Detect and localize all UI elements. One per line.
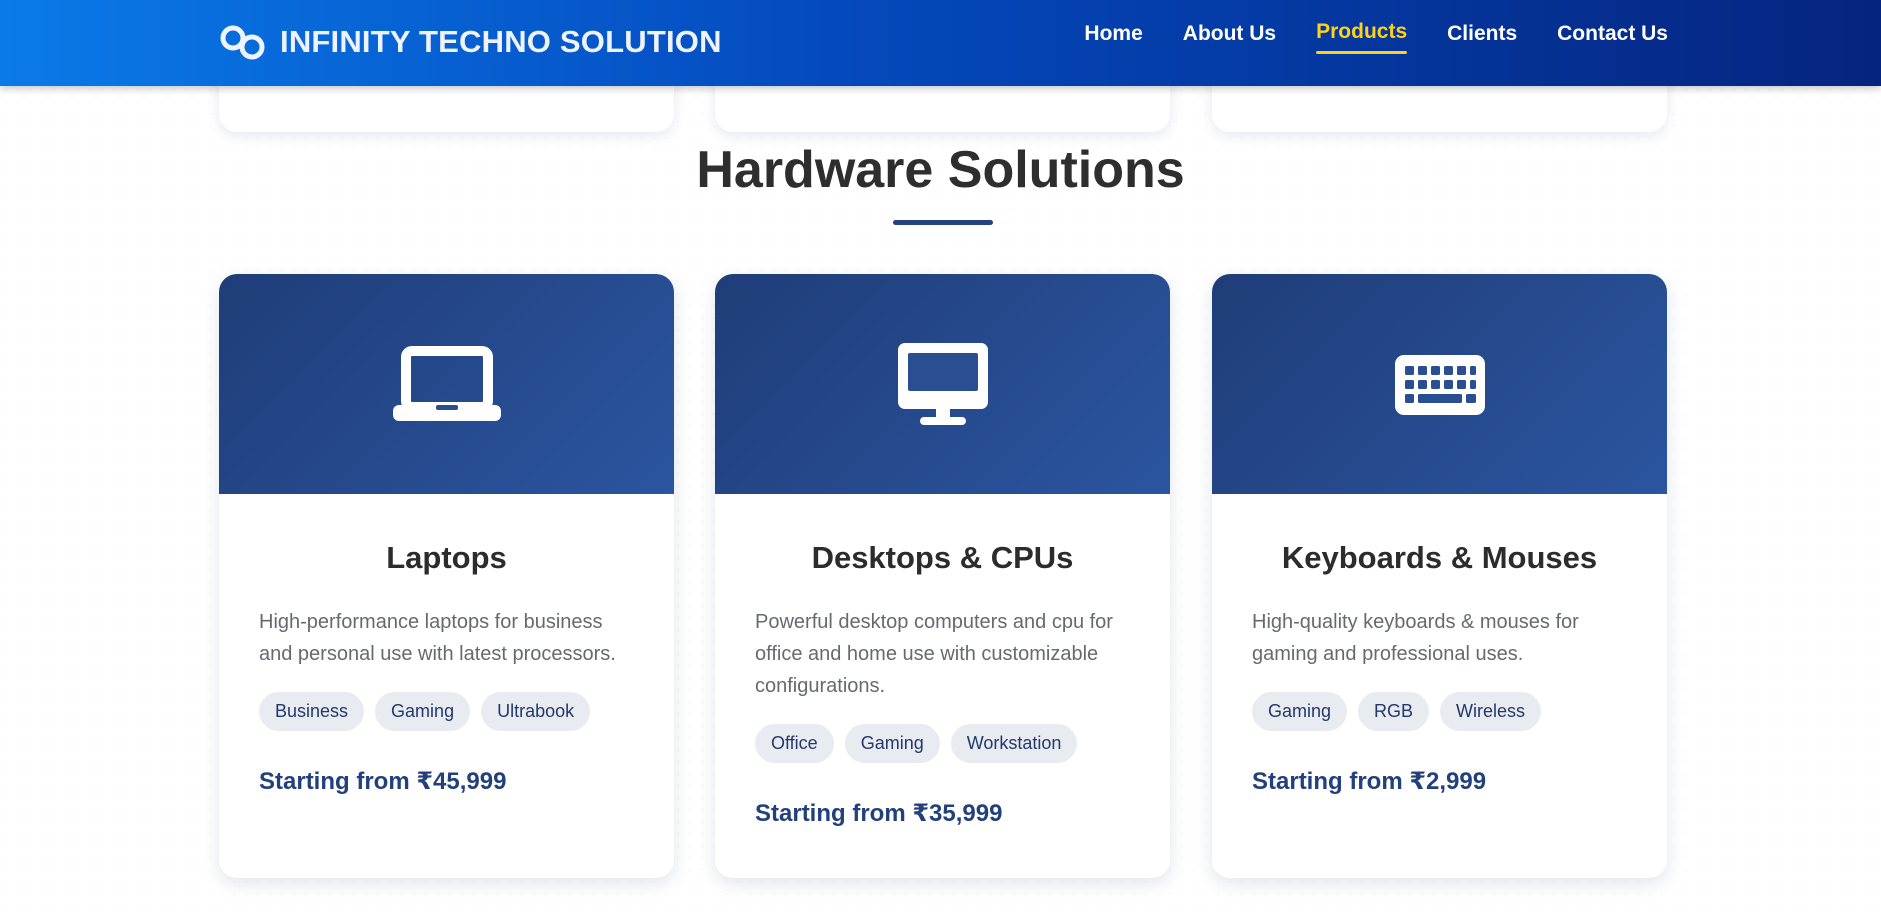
infinity-logo-icon bbox=[220, 25, 265, 60]
card-description: High-performance laptops for business an… bbox=[259, 611, 616, 665]
nav-home[interactable]: Home bbox=[1084, 22, 1142, 56]
main-nav: Home About Us Products Clients Contact U… bbox=[1084, 20, 1668, 56]
title-underline bbox=[893, 220, 993, 225]
card-price: Starting from ₹45,999 bbox=[259, 768, 507, 795]
site-header: INFINITY TECHNO SOLUTION Home About Us P… bbox=[0, 0, 1881, 86]
card-price: Starting from ₹35,999 bbox=[755, 800, 1003, 827]
tag: Ultrabook bbox=[481, 692, 591, 731]
tag: Gaming bbox=[375, 692, 471, 731]
card-banner bbox=[219, 274, 674, 494]
brand-name: INFINITY TECHNO SOLUTION bbox=[280, 24, 722, 59]
tag: Gaming bbox=[1252, 692, 1348, 731]
tag-list: Gaming RGB Wireless bbox=[1252, 692, 1627, 731]
nav-clients[interactable]: Clients bbox=[1447, 22, 1517, 56]
nav-contact-us[interactable]: Contact Us bbox=[1557, 22, 1668, 56]
keyboard-icon bbox=[1394, 355, 1485, 415]
product-card-keyboards[interactable]: Keyboards & Mouses High-quality keyboard… bbox=[1212, 274, 1667, 878]
brand[interactable]: INFINITY TECHNO SOLUTION bbox=[218, 20, 722, 64]
tag: Wireless bbox=[1440, 692, 1542, 731]
tag-list: Business Gaming Ultrabook bbox=[259, 692, 634, 731]
tag: Gaming bbox=[844, 724, 940, 763]
tag: Business bbox=[259, 692, 365, 731]
nav-products[interactable]: Products bbox=[1316, 20, 1408, 54]
tag: Office bbox=[755, 724, 834, 763]
card-banner bbox=[715, 274, 1170, 494]
card-price: Starting from ₹2,999 bbox=[1252, 768, 1487, 795]
product-card-laptops[interactable]: Laptops High-performance laptops for bus… bbox=[219, 274, 674, 878]
laptop-icon bbox=[392, 346, 501, 421]
product-card-desktops[interactable]: Desktops & CPUs Powerful desktop compute… bbox=[715, 274, 1170, 878]
card-title: Laptops bbox=[386, 540, 507, 575]
section-title: Hardware Solutions bbox=[696, 141, 1185, 199]
card-title: Keyboards & Mouses bbox=[1281, 540, 1598, 575]
card-description: Powerful desktop computers and cpu for o… bbox=[755, 611, 1113, 697]
desktop-icon bbox=[897, 343, 988, 425]
tag-list: Office Gaming Workstation bbox=[755, 724, 1130, 763]
card-description: High-quality keyboards & mouses for gami… bbox=[1252, 611, 1579, 665]
card-title: Desktops & CPUs bbox=[811, 540, 1074, 575]
tag: Workstation bbox=[950, 724, 1078, 763]
card-banner bbox=[1212, 274, 1667, 494]
nav-about-us[interactable]: About Us bbox=[1183, 22, 1276, 56]
tag: RGB bbox=[1358, 692, 1430, 731]
